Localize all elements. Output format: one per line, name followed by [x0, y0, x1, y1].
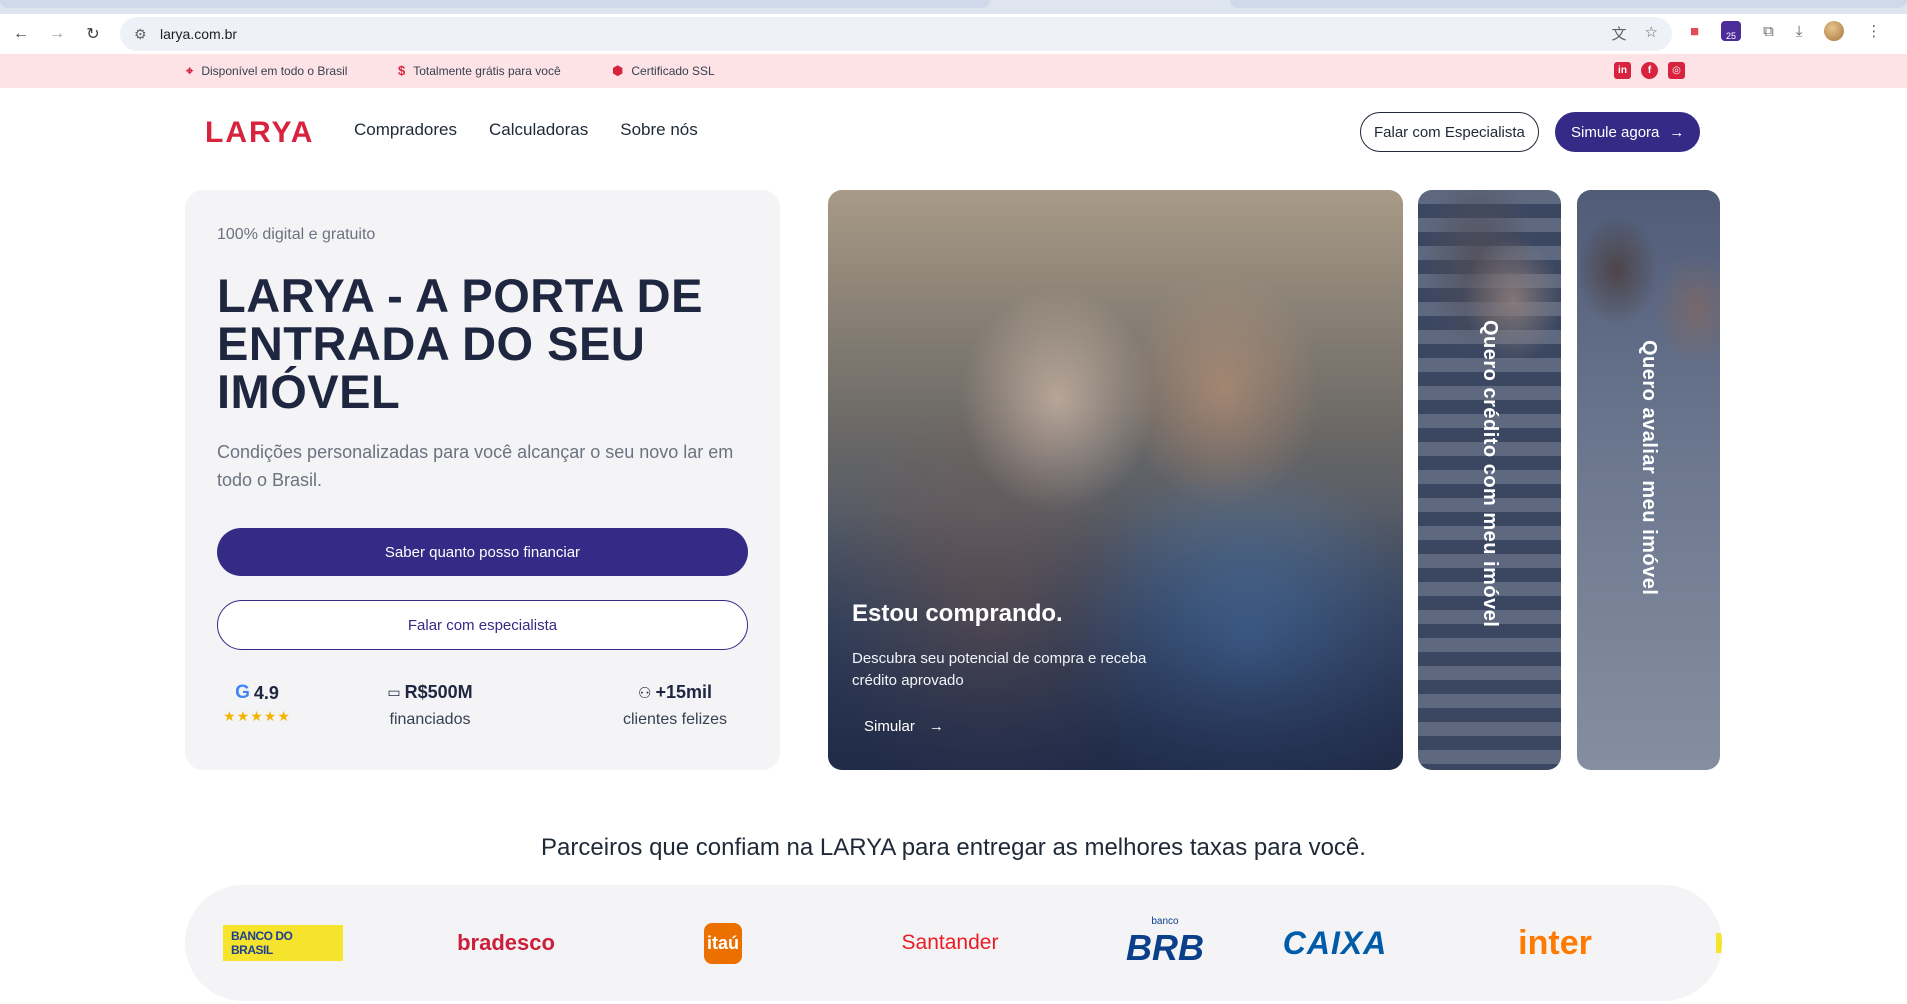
hero-title: LARYA - A PORTA DE ENTRADA DO SEU IMÓVEL — [217, 269, 703, 418]
menu-kebab-icon[interactable]: ⋮ — [1866, 22, 1881, 40]
five-stars-icon: ★★★★★ — [223, 708, 291, 724]
extension-badge-icon[interactable]: 25 — [1721, 21, 1742, 41]
card-title: Estou comprando. — [852, 600, 1063, 627]
stat-value: +15mil — [655, 682, 712, 702]
stat-value: R$500M — [404, 682, 473, 702]
site-header: LARYA Compradores Calculadoras Sobre nós… — [0, 88, 1907, 172]
forward-icon[interactable]: → — [42, 19, 72, 49]
reload-icon[interactable]: ↻ — [78, 19, 108, 49]
nav-item-sobre-nos[interactable]: Sobre nós — [620, 120, 698, 140]
social-links: in f ◎ — [1614, 62, 1685, 79]
logo-text: inter — [1518, 923, 1592, 962]
info-item-ssl: ⬢ Certificado SSL — [612, 63, 715, 79]
talk-to-specialist-hero-button[interactable]: Falar com especialista — [217, 600, 748, 650]
talk-to-specialist-button[interactable]: Falar com Especialista — [1360, 112, 1539, 152]
main-nav: Compradores Calculadoras Sobre nós — [354, 120, 698, 140]
facebook-icon[interactable]: f — [1641, 62, 1658, 79]
extension-icon[interactable]: ■ — [1690, 23, 1699, 40]
hero-subtitle: Condições personalizadas para você alcan… — [217, 442, 734, 490]
browser-tabstrip — [0, 0, 1907, 14]
card-buying[interactable]: Estou comprando. Descubra seu potencial … — [828, 190, 1403, 770]
info-item-label: Certificado SSL — [631, 64, 715, 78]
extensions-puzzle-icon[interactable]: ⧉ — [1763, 23, 1774, 40]
logo-prefix: banco — [1151, 916, 1179, 927]
info-item-availability: ⌖ Disponível em todo o Brasil — [186, 63, 347, 79]
address-bar[interactable]: ⚙ larya.com.br 文 ☆ — [120, 17, 1672, 51]
santander-logo: Santander — [885, 885, 1015, 1001]
stat-label: financiados — [389, 711, 471, 728]
how-much-can-i-finance-button[interactable]: Saber quanto posso financiar — [217, 528, 748, 576]
stat-financed: ▭ R$500M financiados — [365, 682, 495, 729]
google-icon: G — [235, 682, 250, 703]
info-item-label: Totalmente grátis para você — [413, 63, 561, 78]
browser-toolbar: ← → ↻ ⚙ larya.com.br 文 ☆ ■ 25 ⧉ ⤓ ⋮ — [0, 14, 1907, 54]
banco-do-brasil-logo: BANCO DO BRASIL — [223, 885, 343, 1001]
bookmark-star-icon[interactable]: ☆ — [1645, 23, 1658, 44]
logo-text: itaú — [703, 922, 742, 964]
info-item-label: Disponível em todo o Brasil — [201, 64, 348, 78]
simulate-now-button[interactable]: Simule agora → — [1555, 112, 1701, 152]
card-evaluate-property[interactable]: Quero avaliar meu imóvel — [1577, 190, 1720, 770]
browser-tab[interactable] — [0, 0, 990, 8]
user-icon: ⚇ — [638, 684, 652, 702]
shield-icon: ⬢ — [612, 63, 624, 78]
simulate-link[interactable]: Simular → — [864, 718, 944, 735]
browser-tab[interactable] — [1230, 0, 1907, 8]
partners-carousel: BANCO DO BRASIL bradesco itaú Santander … — [185, 885, 1722, 1001]
logo-text: Santander — [901, 931, 999, 954]
instagram-icon[interactable]: ◎ — [1668, 62, 1685, 79]
download-icon[interactable]: ⤓ — [1796, 23, 1803, 40]
info-bar: ⌖ Disponível em todo o Brasil $ Totalmen… — [0, 54, 1907, 88]
location-pin-icon: ⌖ — [186, 63, 194, 78]
caixa-logo: CAIXA — [1270, 885, 1400, 1001]
dollar-icon: $ — [398, 63, 406, 78]
info-item-free: $ Totalmente grátis para você — [398, 63, 561, 78]
bradesco-logo: bradesco — [441, 885, 571, 1001]
card-vertical-label: Quero avaliar meu imóvel — [1638, 340, 1660, 596]
site-info-icon[interactable]: ⚙ — [134, 26, 156, 43]
brb-logo: banco BRB — [1105, 885, 1225, 1001]
partners-title: Parceiros que confiam na LARYA para entr… — [541, 834, 1366, 861]
url-text[interactable]: larya.com.br — [160, 26, 237, 42]
arrow-right-icon: → — [1669, 123, 1685, 141]
card-credit-with-property[interactable]: Quero crédito com meu imóvel — [1418, 190, 1561, 770]
translate-icon[interactable]: 文 — [1612, 23, 1627, 44]
larya-logo[interactable]: LARYA — [205, 116, 314, 150]
money-icon: ▭ — [387, 684, 401, 700]
stat-rating: G 4.9 ★★★★★ — [217, 682, 297, 725]
logo-text: CAIXA — [1282, 924, 1388, 961]
card-description: Descubra seu potencial de compra e receb… — [852, 650, 1147, 689]
stat-value: 4.9 — [253, 682, 279, 703]
stat-clients: ⚇ +15mil clientes felizes — [605, 682, 745, 729]
banco-do-brasil-logo-partial — [1712, 885, 1722, 1001]
logo-text: bradesco — [457, 930, 555, 955]
nav-item-compradores[interactable]: Compradores — [354, 120, 457, 140]
card-vertical-label: Quero crédito com meu imóvel — [1479, 320, 1501, 628]
simulate-now-label: Simule agora — [1571, 123, 1660, 141]
itau-logo: itaú — [701, 885, 745, 1001]
inter-logo: inter — [1490, 885, 1620, 1001]
linkedin-icon[interactable]: in — [1614, 62, 1631, 79]
logo-text: BANCO DO BRASIL — [223, 925, 343, 961]
back-icon[interactable]: ← — [6, 19, 36, 49]
hero-card: 100% digital e gratuito LARYA - A PORTA … — [185, 190, 780, 770]
profile-avatar[interactable] — [1824, 21, 1845, 41]
extensions-area: ■ 25 ⧉ ⤓ ⋮ — [1690, 21, 1881, 41]
arrow-right-icon: → — [928, 718, 944, 735]
nav-item-calculadoras[interactable]: Calculadoras — [489, 120, 588, 140]
logo-text: BRB — [1126, 927, 1204, 968]
extension-badge-count: 25 — [1726, 31, 1737, 41]
stat-label: clientes felizes — [622, 711, 728, 728]
hero-eyebrow: 100% digital e gratuito — [217, 226, 376, 243]
simulate-link-label: Simular — [864, 718, 915, 735]
